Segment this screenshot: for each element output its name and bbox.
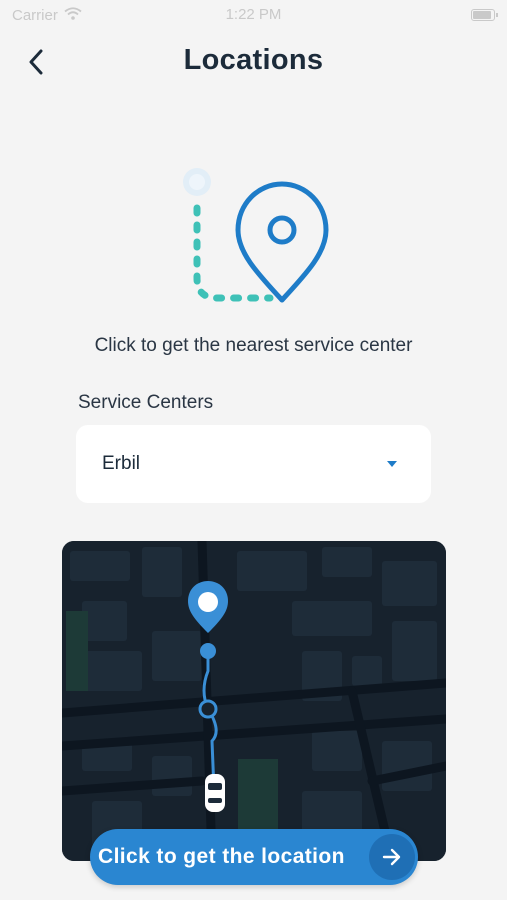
service-center-select[interactable]: Erbil (76, 425, 431, 503)
car-icon (205, 774, 225, 812)
header: Locations (0, 40, 507, 84)
location-pin-icon (235, 181, 329, 303)
page-title: Locations (183, 44, 324, 76)
service-centers-label: Service Centers (78, 392, 214, 413)
caret-down-icon (387, 461, 397, 467)
status-time: 1:22 PM (225, 6, 282, 23)
get-location-label: Click to get the location (98, 845, 345, 868)
map-preview[interactable] (62, 541, 446, 861)
hint-text: Click to get the nearest service center (94, 335, 413, 356)
selected-service-center: Erbil (102, 453, 141, 474)
status-bar: Carrier 1:22 PM (0, 0, 507, 30)
get-location-button[interactable]: Click to get the location (90, 829, 418, 885)
battery-icon (471, 9, 498, 21)
location-illustration (170, 160, 340, 310)
arrow-right-icon (369, 834, 415, 880)
